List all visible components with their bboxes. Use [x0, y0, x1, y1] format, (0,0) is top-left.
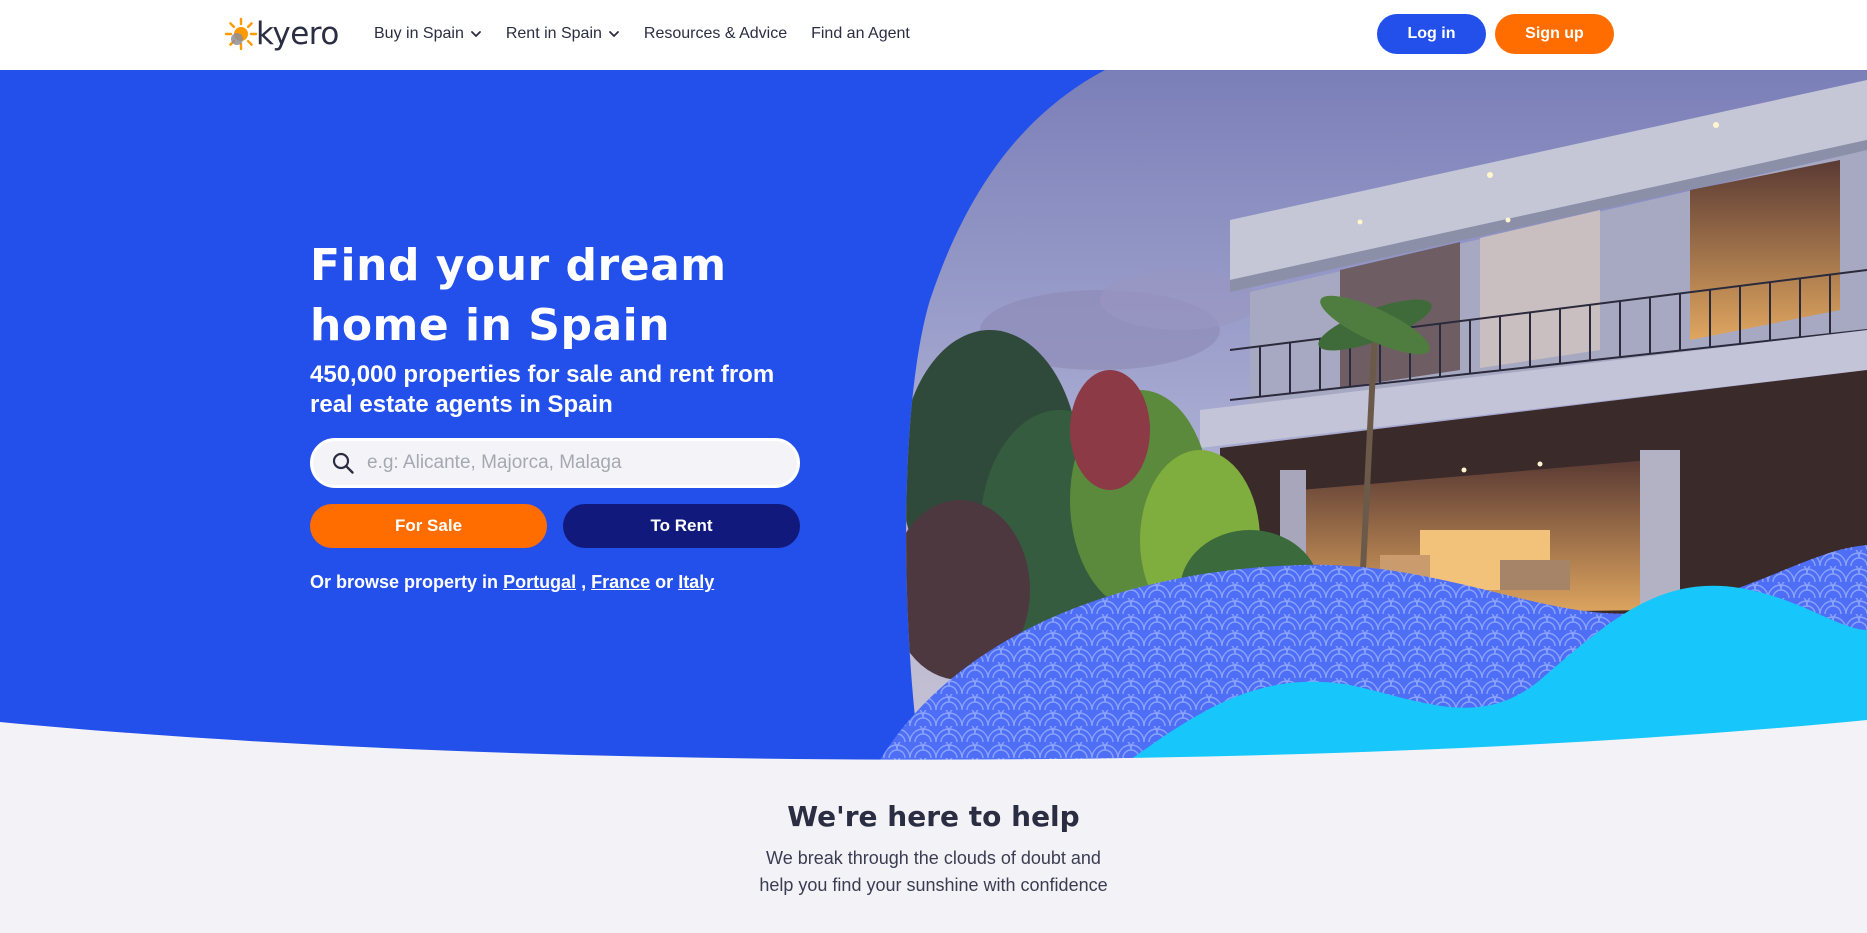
search-type-buttons: For Sale To Rent — [310, 504, 810, 548]
to-rent-button[interactable]: To Rent — [563, 504, 800, 548]
link-france[interactable]: France — [591, 572, 650, 592]
search-icon — [332, 452, 354, 474]
chevron-down-icon — [609, 31, 619, 38]
browse-other-countries: Or browse property in Portugal , France … — [310, 572, 810, 593]
nav-label: Rent in Spain — [505, 25, 602, 42]
help-section: We're here to help We break through the … — [0, 800, 1867, 899]
login-button[interactable]: Log in — [1377, 14, 1486, 54]
browse-or: or — [655, 572, 674, 592]
kyero-logo[interactable]: kyero — [224, 14, 339, 54]
help-description: We break through the clouds of doubt and… — [0, 845, 1867, 899]
hero-subtitle: 450,000 properties for sale and rent fro… — [310, 361, 775, 418]
help-line-1: We break through the clouds of doubt and — [766, 848, 1101, 868]
sun-icon — [224, 17, 258, 51]
main-nav: Buy in Spain Rent in Spain Resources & A… — [374, 22, 910, 46]
hero-background — [0, 70, 1867, 760]
nav-buy-in-spain[interactable]: Buy in Spain — [374, 22, 482, 46]
link-italy[interactable]: Italy — [678, 572, 714, 592]
browse-separator: , — [581, 572, 587, 592]
link-portugal[interactable]: Portugal — [503, 572, 576, 592]
hero-title-line1: Find your dream — [310, 240, 727, 291]
nav-rent-in-spain[interactable]: Rent in Spain — [506, 22, 620, 46]
signup-button[interactable]: Sign up — [1495, 14, 1614, 54]
search-input[interactable] — [367, 452, 767, 474]
hero-title-line2: home in Spain — [310, 300, 671, 351]
nav-resources-advice[interactable]: Resources & Advice — [644, 22, 787, 46]
for-sale-button[interactable]: For Sale — [310, 504, 547, 548]
help-line-2: help you find your sunshine with confide… — [759, 875, 1108, 895]
hero-title: Find your dream home in Spain — [310, 236, 810, 356]
hero-section: Find your dream home in Spain 450,000 pr… — [310, 236, 810, 593]
nav-label: Find an Agent — [811, 25, 910, 42]
chevron-down-icon — [470, 31, 481, 38]
help-title: We're here to help — [787, 800, 1080, 833]
logo-text: kyero — [256, 16, 339, 52]
site-header: kyero Buy in Spain Rent in Spain Resourc… — [0, 0, 1867, 70]
nav-find-an-agent[interactable]: Find an Agent — [811, 22, 910, 46]
nav-label: Buy in Spain — [374, 25, 464, 42]
browse-prefix: Or browse property in — [310, 572, 499, 592]
location-search[interactable] — [310, 438, 800, 488]
nav-label: Resources & Advice — [643, 25, 788, 42]
